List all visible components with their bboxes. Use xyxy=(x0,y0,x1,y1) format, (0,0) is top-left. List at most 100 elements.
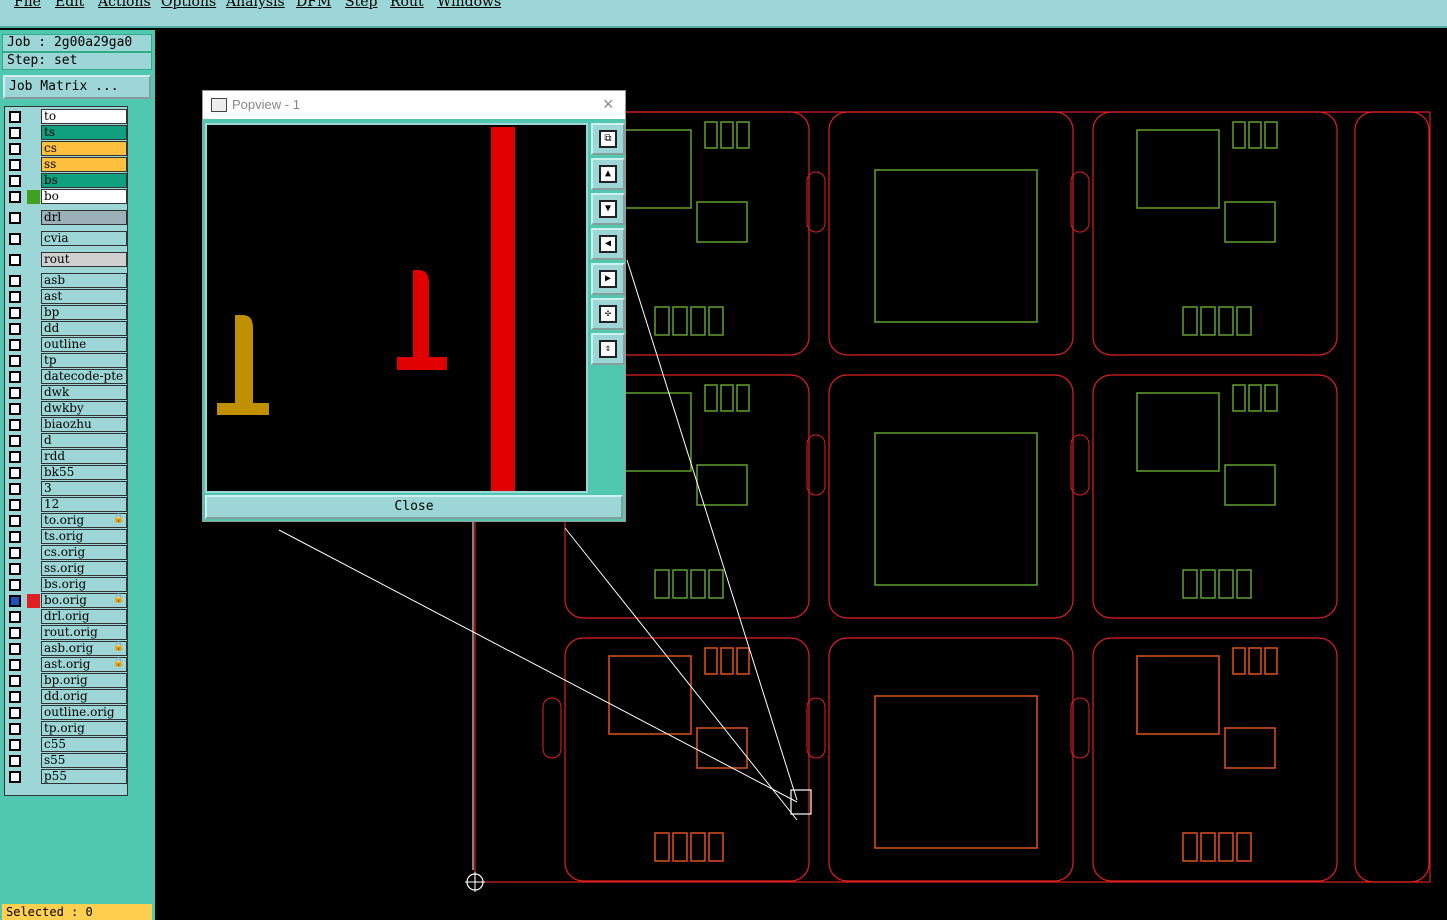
layer-name[interactable]: datecode-pte xyxy=(41,369,127,384)
layer-row[interactable]: bp.orig xyxy=(5,673,129,689)
layer-row[interactable]: datecode-pte xyxy=(5,369,129,385)
layer-row[interactable]: biaozhu xyxy=(5,417,129,433)
layer-row[interactable]: cs xyxy=(5,141,129,157)
layer-row[interactable]: 3 xyxy=(5,481,129,497)
pan-up-button[interactable]: ▲ xyxy=(591,158,625,190)
layer-row[interactable]: bp xyxy=(5,305,129,321)
layer-row[interactable]: asb xyxy=(5,273,129,289)
layer-name[interactable]: dd.orig xyxy=(41,689,127,704)
layer-checkbox[interactable] xyxy=(9,339,21,351)
layer-checkbox[interactable] xyxy=(9,483,21,495)
layer-row[interactable]: ts.orig xyxy=(5,529,129,545)
zoom-out-button[interactable]: ⇕ xyxy=(591,333,625,365)
layer-name[interactable]: dd xyxy=(41,321,127,336)
layer-row[interactable]: s55 xyxy=(5,753,129,769)
layer-name[interactable]: ss.orig xyxy=(41,561,127,576)
layer-row[interactable]: rout.orig xyxy=(5,625,129,641)
layer-row[interactable]: ss xyxy=(5,157,129,173)
layer-name[interactable]: bp.orig xyxy=(41,673,127,688)
layer-checkbox[interactable] xyxy=(9,291,21,303)
pan-left-button[interactable]: ◀ xyxy=(591,228,625,260)
layer-name[interactable]: p55 xyxy=(41,769,127,784)
layer-name[interactable]: c55 xyxy=(41,737,127,752)
layer-name[interactable]: rdd xyxy=(41,449,127,464)
layer-checkbox[interactable] xyxy=(9,127,21,139)
layer-checkbox[interactable] xyxy=(9,659,21,671)
layer-name[interactable]: d xyxy=(41,433,127,448)
layer-row[interactable]: ss.orig xyxy=(5,561,129,577)
job-matrix-button[interactable]: Job Matrix ... xyxy=(3,75,151,99)
layer-checkbox[interactable] xyxy=(9,563,21,575)
menu-file[interactable]: File xyxy=(14,0,41,10)
layer-checkbox[interactable] xyxy=(9,723,21,735)
layer-name[interactable]: biaozhu xyxy=(41,417,127,432)
layer-name[interactable]: asb xyxy=(41,273,127,288)
layer-row[interactable]: d xyxy=(5,433,129,449)
layer-checkbox[interactable] xyxy=(9,355,21,367)
layer-checkbox[interactable] xyxy=(9,627,21,639)
layer-row[interactable]: drl xyxy=(5,210,129,226)
layer-row[interactable]: bo.orig 🔒 xyxy=(5,593,129,609)
menu-rout[interactable]: Rout xyxy=(390,0,424,10)
layer-name[interactable]: cvia xyxy=(41,231,127,246)
layer-checkbox[interactable] xyxy=(9,387,21,399)
layer-name[interactable]: ts.orig xyxy=(41,529,127,544)
layer-name[interactable]: bo xyxy=(41,189,127,204)
menu-edit[interactable]: Edit xyxy=(55,0,84,10)
layer-row[interactable]: bk55 xyxy=(5,465,129,481)
layer-checkbox[interactable] xyxy=(9,531,21,543)
layer-checkbox[interactable] xyxy=(9,755,21,767)
popview-titlebar[interactable]: Popview - 1 × xyxy=(203,91,625,119)
layer-row[interactable]: rdd xyxy=(5,449,129,465)
layer-checkbox[interactable] xyxy=(9,675,21,687)
layer-row[interactable]: dwkby xyxy=(5,401,129,417)
zoom-in-button[interactable]: ✣ xyxy=(591,298,625,330)
layer-checkbox[interactable] xyxy=(9,547,21,559)
layer-checkbox[interactable] xyxy=(9,111,21,123)
pan-down-button[interactable]: ▼ xyxy=(591,193,625,225)
layer-checkbox[interactable] xyxy=(9,403,21,415)
layer-checkbox[interactable] xyxy=(9,143,21,155)
layer-row[interactable]: asb.orig 🔒 xyxy=(5,641,129,657)
layer-row[interactable]: tp xyxy=(5,353,129,369)
layer-name[interactable]: ss xyxy=(41,157,127,172)
layer-row[interactable]: outline.orig xyxy=(5,705,129,721)
layer-name[interactable]: tp.orig xyxy=(41,721,127,736)
layer-checkbox[interactable] xyxy=(9,371,21,383)
layer-row[interactable]: bo xyxy=(5,189,129,205)
layer-row[interactable]: bs xyxy=(5,173,129,189)
layer-row[interactable]: to xyxy=(5,109,129,125)
zoom-fit-button[interactable]: ⧉ xyxy=(591,123,625,155)
layer-checkbox[interactable] xyxy=(9,691,21,703)
layer-name[interactable]: rout xyxy=(41,252,127,267)
layer-checkbox[interactable] xyxy=(9,254,21,266)
layer-checkbox[interactable] xyxy=(9,191,21,203)
layer-checkbox[interactable] xyxy=(9,499,21,511)
layer-name[interactable]: bs.orig xyxy=(41,577,127,592)
layer-checkbox[interactable] xyxy=(9,611,21,623)
layer-checkbox[interactable] xyxy=(9,323,21,335)
layer-checkbox[interactable] xyxy=(9,515,21,527)
layer-row[interactable]: rout xyxy=(5,252,129,268)
layer-row[interactable]: cvia xyxy=(5,231,129,247)
layer-row[interactable]: dwk xyxy=(5,385,129,401)
layer-row[interactable]: tp.orig xyxy=(5,721,129,737)
layer-name[interactable]: s55 xyxy=(41,753,127,768)
layer-row[interactable]: p55 xyxy=(5,769,129,785)
layer-name[interactable]: tp xyxy=(41,353,127,368)
layer-checkbox[interactable] xyxy=(9,435,21,447)
layer-checkbox[interactable] xyxy=(9,579,21,591)
layer-checkbox[interactable] xyxy=(9,707,21,719)
layer-checkbox[interactable] xyxy=(9,419,21,431)
layer-checkbox[interactable] xyxy=(9,275,21,287)
layer-name[interactable]: to xyxy=(41,109,127,124)
layer-name[interactable]: bs xyxy=(41,173,127,188)
layer-name[interactable]: cs.orig xyxy=(41,545,127,560)
layer-name[interactable]: dwkby xyxy=(41,401,127,416)
menu-step[interactable]: Step xyxy=(345,0,377,10)
layer-row[interactable]: drl.orig xyxy=(5,609,129,625)
layer-name[interactable]: drl xyxy=(41,210,127,225)
layer-checkbox[interactable] xyxy=(9,771,21,783)
layer-name[interactable]: rout.orig xyxy=(41,625,127,640)
pan-right-button[interactable]: ▶ xyxy=(591,263,625,295)
